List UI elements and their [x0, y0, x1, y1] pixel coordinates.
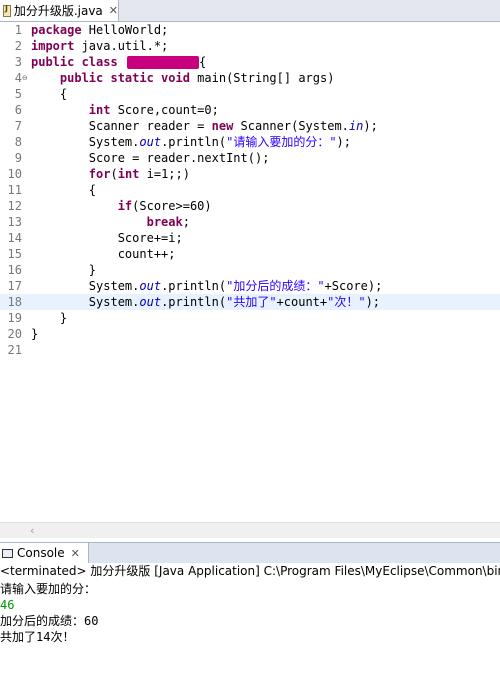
code-text: }	[59, 311, 68, 325]
console-icon	[2, 548, 13, 558]
code-line: 8 System.out.println("请输入要加的分：");	[0, 134, 500, 150]
line-number: 20	[7, 327, 22, 341]
code-line: 10 for(int i=1;;)	[0, 166, 500, 182]
code-text: count++;	[117, 247, 176, 261]
code-text: int Score,count=0;	[88, 103, 219, 117]
fold-marker-icon[interactable]: ⊖	[22, 74, 28, 82]
code-text: {	[59, 87, 68, 101]
line-number: 5	[14, 87, 22, 101]
code-line: 20}	[0, 326, 500, 342]
code-line: 17 System.out.println("加分后的成绩："+Score);	[0, 278, 500, 294]
scroll-left-icon[interactable]: ‹	[30, 524, 34, 537]
line-number: 11	[7, 183, 22, 197]
console-tab-label[interactable]: Console	[17, 546, 65, 560]
editor-tab[interactable]: 加分升级版.java ✕	[0, 0, 119, 21]
line-number: 8	[14, 135, 22, 149]
code-text: if(Score>=60)	[117, 199, 212, 213]
code-line: 2 import java.util.*;	[0, 38, 500, 54]
code-line: 21	[0, 342, 500, 358]
console-tab[interactable]: Console ✕	[0, 543, 89, 563]
code-line: 19 }	[0, 310, 500, 326]
editor-tab-bar: 加分升级版.java ✕	[0, 0, 500, 22]
code-text: public static void main(String[] args)	[59, 71, 335, 85]
code-text: package HelloWorld;	[31, 23, 169, 37]
code-line: 9 Score = reader.nextInt();	[0, 150, 500, 166]
editor-horizontal-scrollbar[interactable]: ‹	[0, 522, 500, 538]
code-text: break;	[146, 215, 190, 229]
editor-tab-label[interactable]: 加分升级版.java	[14, 2, 103, 19]
close-icon[interactable]: ✕	[71, 547, 80, 560]
line-number: 6	[14, 103, 22, 117]
line-number: 16	[7, 263, 22, 277]
code-editor[interactable]: 1 package HelloWorld; 2 import java.util.*…	[0, 22, 500, 522]
code-line: 1 package HelloWorld;	[0, 22, 500, 38]
code-text: Scanner reader = new Scanner(System.in);	[88, 119, 378, 133]
line-number: 15	[7, 247, 22, 261]
code-line: 16 }	[0, 262, 500, 278]
code-line: 14 Score+=i;	[0, 230, 500, 246]
line-number: 9	[14, 151, 22, 165]
line-number: 18	[7, 295, 22, 309]
code-line: 12 if(Score>=60)	[0, 198, 500, 214]
code-line: 4 ⊖ public static void main(String[] args…	[0, 70, 500, 86]
java-file-icon	[3, 4, 11, 17]
line-number: 1	[14, 23, 22, 37]
console-line: 加分后的成绩：60	[0, 614, 99, 628]
code-text: import java.util.*;	[31, 39, 169, 53]
line-number: 19	[7, 311, 22, 325]
code-text: }	[88, 263, 97, 277]
line-number: 14	[7, 231, 22, 245]
code-text: }	[31, 327, 39, 341]
console-line: 请输入要加的分：	[0, 582, 97, 596]
code-line: 15 count++;	[0, 246, 500, 262]
code-line: 13 break;	[0, 214, 500, 230]
code-text: public class {	[31, 55, 207, 69]
code-line: 7 Scanner reader = new Scanner(System.in…	[0, 118, 500, 134]
code-line-current: 18 System.out.println("共加了"+count+"次！");	[0, 294, 500, 310]
code-line: 6 int Score,count=0;	[0, 102, 500, 118]
code-line: 11 {	[0, 182, 500, 198]
code-text: {	[88, 183, 97, 197]
code-text: Score+=i;	[117, 231, 183, 245]
console-status: <terminated> 加分升级版 [Java Application] C:…	[0, 563, 500, 579]
code-text: System.out.println("加分后的成绩："+Score);	[88, 279, 383, 293]
console-line: 共加了14次！	[0, 630, 75, 644]
line-number: 3	[14, 55, 22, 69]
line-number: 21	[7, 343, 22, 357]
console-input-line: 46	[0, 598, 15, 612]
console-output[interactable]: 请输入要加的分： 46 加分后的成绩：60 共加了14次！	[0, 581, 500, 645]
redacted-class-name	[126, 56, 199, 69]
code-line: 5 {	[0, 86, 500, 102]
line-number: 17	[7, 279, 22, 293]
console-tab-bar: Console ✕	[0, 542, 500, 564]
code-text: System.out.println("请输入要加的分：");	[88, 135, 351, 149]
code-text: Score = reader.nextInt();	[88, 151, 270, 165]
code-text: System.out.println("共加了"+count+"次！");	[88, 295, 381, 309]
line-number: 2	[14, 39, 22, 53]
line-number: 13	[7, 215, 22, 229]
code-text: for(int i=1;;)	[88, 167, 190, 181]
line-number: 4	[14, 71, 22, 85]
line-number: 7	[14, 119, 22, 133]
line-number: 12	[7, 199, 22, 213]
code-line: 3 public class {	[0, 54, 500, 70]
close-icon[interactable]: ✕	[109, 4, 118, 17]
line-number: 10	[7, 167, 22, 181]
